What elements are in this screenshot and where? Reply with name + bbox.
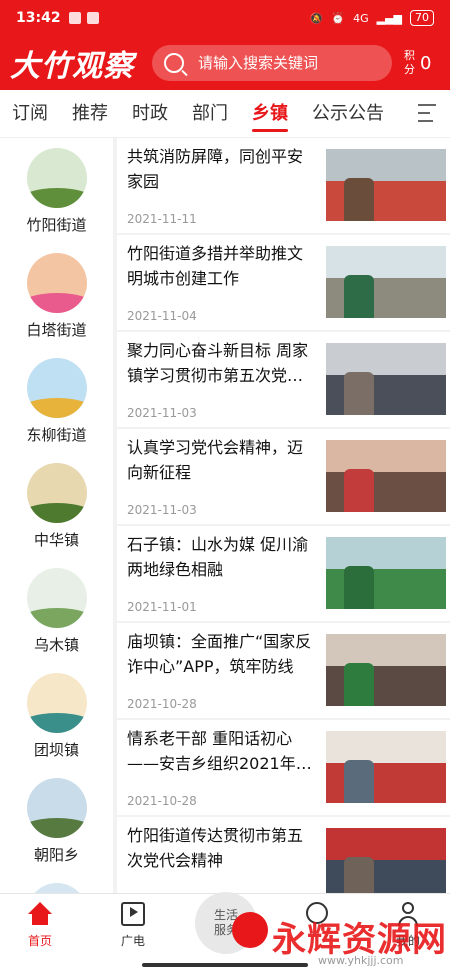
news-thumbnail [326, 828, 446, 893]
alarm-icon: ⏰ [331, 11, 346, 25]
news-thumbnail [326, 343, 446, 415]
sidebar-item-town[interactable]: 东柳街道 [0, 348, 113, 453]
tab-announcements[interactable]: 公示公告 [312, 90, 384, 138]
nav-broadcast-label: 广电 [120, 934, 145, 948]
sidebar-item-town[interactable]: 乌木镇 [0, 558, 113, 663]
news-thumbnail [326, 634, 446, 706]
points-button[interactable]: 积分 0 [404, 49, 431, 77]
town-sidebar: 竹阳街道 白塔街道 东柳街道 中华镇 乌木镇 团坝镇 朝阳乡 [0, 138, 113, 893]
news-title: 石子镇：山水为媒 促川渝两地绿色相融 [127, 535, 309, 579]
battery-icon: 70 [410, 10, 434, 26]
news-item[interactable]: 竹阳街道多措并举助推文明城市创建工作 2021-11-04 [117, 235, 450, 330]
app-logo: 大竹观察 [10, 49, 134, 84]
town-name: 白塔街道 [26, 321, 87, 339]
sidebar-item-town[interactable]: 白塔街道 [0, 243, 113, 348]
town-avatar [26, 253, 87, 313]
signal-icon: ▂▄▆ [376, 11, 402, 25]
app-bar: 大竹观察 积分 0 [0, 36, 450, 90]
tab-recommend[interactable]: 推荐 [72, 90, 108, 138]
nav-broadcast[interactable]: 广电 [103, 902, 163, 949]
news-date: 2021-10-28 [127, 794, 197, 808]
town-name: 朝阳乡 [33, 846, 79, 864]
menu-icon[interactable] [418, 104, 436, 124]
news-date: 2021-10-28 [127, 697, 197, 711]
news-date: 2021-11-03 [127, 503, 197, 517]
news-date: 2021-11-01 [127, 600, 197, 614]
town-avatar [26, 778, 87, 838]
notification-icon [68, 12, 81, 24]
town-avatar [26, 883, 87, 893]
news-thumbnail [326, 246, 446, 318]
header: 13:42 🔕 ⏰ 4G ▂▄▆ 70 大竹观察 积分 0 [0, 0, 450, 90]
news-item[interactable]: 情系老干部 重阳话初心——安吉乡组织2021年重阳节活动 2021-10-28 [117, 720, 450, 815]
home-indicator[interactable] [142, 963, 308, 967]
status-time: 13:42 [16, 10, 61, 26]
sidebar-item-town[interactable]: 团坝镇 [0, 663, 113, 768]
nav-home[interactable]: 首页 [10, 902, 70, 949]
news-item[interactable]: 竹阳街道传达贯彻市第五次党代会精神 [117, 817, 450, 893]
town-avatar [26, 463, 87, 523]
sidebar-item-town[interactable]: 竹阳街道 [0, 138, 113, 243]
sidebar-item-town[interactable] [0, 873, 113, 893]
tab-politics[interactable]: 时政 [132, 90, 168, 138]
town-avatar [26, 568, 87, 628]
nav-home-label: 首页 [27, 934, 52, 948]
news-title: 庙坝镇：全面推广“国家反诈中心”APP，筑牢防线 [127, 632, 312, 676]
sidebar-item-town[interactable]: 中华镇 [0, 453, 113, 558]
news-title: 竹阳街道传达贯彻市第五次党代会精神 [127, 826, 304, 870]
news-item[interactable]: 石子镇：山水为媒 促川渝两地绿色相融 2021-11-01 [117, 526, 450, 621]
news-date: 2021-11-03 [127, 406, 197, 420]
tab-departments[interactable]: 部门 [192, 90, 228, 138]
news-list: 共筑消防屏障，同创平安家园 2021-11-11 竹阳街道多措并举助推文明城市创建… [117, 138, 450, 893]
sidebar-item-town[interactable]: 朝阳乡 [0, 768, 113, 873]
town-name: 中华镇 [33, 531, 79, 549]
search-input[interactable] [198, 54, 378, 72]
news-item[interactable]: 认真学习党代会精神，迈向新征程 2021-11-03 [117, 429, 450, 524]
town-name: 乌木镇 [33, 636, 79, 654]
news-title: 情系老干部 重阳话初心——安吉乡组织2021年重阳节活动 [127, 729, 312, 773]
image-notification-icon [86, 12, 99, 24]
news-title: 竹阳街道多措并举助推文明城市创建工作 [127, 244, 304, 288]
town-avatar [26, 148, 87, 208]
watermark-logo-icon [232, 912, 268, 948]
points-value: 0 [420, 52, 432, 74]
tab-subscribe[interactable]: 订阅 [12, 90, 48, 138]
news-thumbnail [326, 440, 446, 512]
app-screen: 13:42 🔕 ⏰ 4G ▂▄▆ 70 大竹观察 积分 0 [0, 0, 450, 975]
search-icon [164, 53, 184, 73]
news-title: 聚力同心奋斗新目标 周家镇学习贯彻市第五次党代会精神 [127, 341, 309, 385]
town-name: 竹阳街道 [26, 216, 87, 234]
town-name: 团坝镇 [33, 741, 79, 759]
news-title: 认真学习党代会精神，迈向新征程 [127, 438, 304, 482]
news-thumbnail [326, 731, 446, 803]
search-bar[interactable] [152, 45, 392, 81]
watermark-url: www.yhkjjj.com [318, 954, 404, 967]
network-label: 4G [353, 11, 369, 25]
news-item[interactable]: 庙坝镇：全面推广“国家反诈中心”APP，筑牢防线 2021-10-28 [117, 623, 450, 718]
news-thumbnail [326, 149, 446, 221]
bottom-nav: 首页 广电 生活服务 我的 永辉资源网 www.yhkjjj.com [0, 892, 450, 975]
news-title: 共筑消防屏障，同创平安家园 [127, 147, 304, 191]
play-icon [121, 902, 145, 926]
news-thumbnail [326, 537, 446, 609]
news-item[interactable]: 共筑消防屏障，同创平安家园 2021-11-11 [117, 138, 450, 233]
news-date: 2021-11-04 [127, 309, 197, 323]
tab-towns[interactable]: 乡镇 [252, 90, 288, 138]
category-tabs: 订阅 推荐 时政 部门 乡镇 公示公告 [0, 90, 450, 138]
mute-icon: 🔕 [309, 11, 324, 25]
news-date: 2021-11-11 [127, 212, 197, 226]
home-icon [28, 902, 52, 926]
town-avatar [26, 673, 87, 733]
status-bar: 13:42 🔕 ⏰ 4G ▂▄▆ 70 [0, 0, 450, 36]
town-name: 东柳街道 [26, 426, 87, 444]
points-label: 积分 [404, 49, 415, 76]
news-item[interactable]: 聚力同心奋斗新目标 周家镇学习贯彻市第五次党代会精神 2021-11-03 [117, 332, 450, 427]
town-avatar [26, 358, 87, 418]
